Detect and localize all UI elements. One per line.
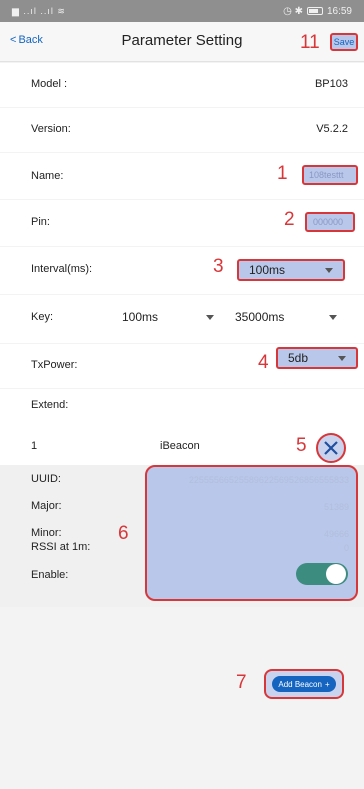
uuid-label: UUID:: [31, 473, 61, 485]
beacon-type: iBeacon: [160, 440, 200, 452]
annotation-7: 7: [236, 672, 247, 693]
row-name: Name: 1 108testtt: [0, 153, 364, 199]
row-model: Model : BP103: [0, 63, 364, 107]
caret-down-icon: [329, 314, 337, 320]
alarm-bluetooth-icons: ◷ ✱: [283, 5, 303, 17]
annotation-11: 11: [300, 32, 320, 53]
txpower-dropdown[interactable]: 5db: [276, 347, 358, 369]
key-dropdown-1[interactable]: 100ms: [112, 305, 224, 329]
interval-dropdown[interactable]: 100ms: [237, 259, 345, 281]
annotation-6: 6: [118, 523, 129, 544]
caret-down-icon: [206, 314, 214, 320]
uuid-value[interactable]: 22555566525589622569526856555833: [189, 475, 349, 485]
annotation-5: 5: [296, 435, 307, 456]
clock-text: 16:59: [326, 5, 352, 17]
signal-icons: ▆ ..ıl ..ıl ≋: [12, 5, 66, 16]
txpower-value: 5db: [288, 351, 309, 365]
enable-label: Enable:: [31, 569, 69, 581]
pin-field[interactable]: 000000: [305, 212, 355, 232]
key-value-1: 100ms: [122, 310, 159, 324]
major-value[interactable]: 51389: [324, 502, 349, 512]
model-label: Model :: [31, 78, 68, 90]
interval-label: Interval(ms):: [31, 263, 93, 275]
rssi-value[interactable]: 0: [344, 543, 349, 553]
key-label: Key:: [31, 311, 54, 323]
minor-value[interactable]: 49666: [324, 529, 349, 539]
pin-value: 000000: [313, 217, 344, 227]
txpower-label: TxPower:: [31, 359, 78, 371]
row-extend: Extend:: [0, 389, 364, 429]
add-beacon-button[interactable]: Add Beacon +: [272, 676, 336, 692]
annotation-1: 1: [277, 163, 288, 184]
extend-label: Extend:: [31, 399, 69, 411]
pin-label: Pin:: [31, 216, 50, 228]
status-right: ◷ ✱ 16:59: [283, 6, 352, 17]
row-txpower: TxPower: 4 5db: [0, 344, 364, 388]
major-label: Major:: [31, 500, 62, 512]
add-beacon-label: Add Beacon: [278, 679, 322, 689]
row-key: Key: 100ms 35000ms: [0, 295, 364, 343]
model-value: BP103: [314, 78, 348, 90]
key-value-2: 35000ms: [235, 310, 285, 324]
plus-icon: +: [324, 679, 330, 689]
row-pin: Pin: 2 000000: [0, 200, 364, 246]
caret-down-icon: [325, 267, 333, 273]
beacon-index: 1: [31, 440, 38, 452]
add-beacon-button-frame: Add Beacon +: [264, 669, 344, 699]
enable-toggle[interactable]: [296, 563, 348, 585]
battery-icon: [306, 7, 323, 15]
row-interval: Interval(ms): 3 100ms: [0, 247, 364, 294]
version-value: V5.2.2: [316, 123, 348, 135]
version-label: Version:: [31, 123, 71, 135]
nav-bar: < Back Parameter Setting 11 Save: [0, 22, 364, 62]
save-button[interactable]: Save: [330, 33, 358, 51]
remove-beacon-button[interactable]: [316, 433, 346, 463]
status-bar: ▆ ..ıl ..ıl ≋ ◷ ✱ 16:59: [0, 0, 364, 22]
annotation-4: 4: [258, 352, 269, 373]
name-value: 108testtt: [309, 170, 344, 180]
name-field[interactable]: 108testtt: [302, 165, 358, 185]
row-version: Version: V5.2.2: [0, 108, 364, 152]
close-icon: [324, 441, 338, 455]
key-dropdown-2[interactable]: 35000ms: [225, 305, 347, 329]
rssi-label: RSSI at 1m:: [31, 541, 91, 553]
annotation-2: 2: [284, 209, 295, 230]
beacon-header-row: 1 iBeacon 5: [0, 429, 364, 465]
minor-label: Minor:: [31, 527, 62, 539]
annotation-3: 3: [213, 256, 224, 277]
toggle-knob: [326, 564, 346, 584]
name-label: Name:: [31, 170, 64, 182]
interval-value: 100ms: [249, 263, 286, 277]
caret-down-icon: [338, 355, 346, 361]
